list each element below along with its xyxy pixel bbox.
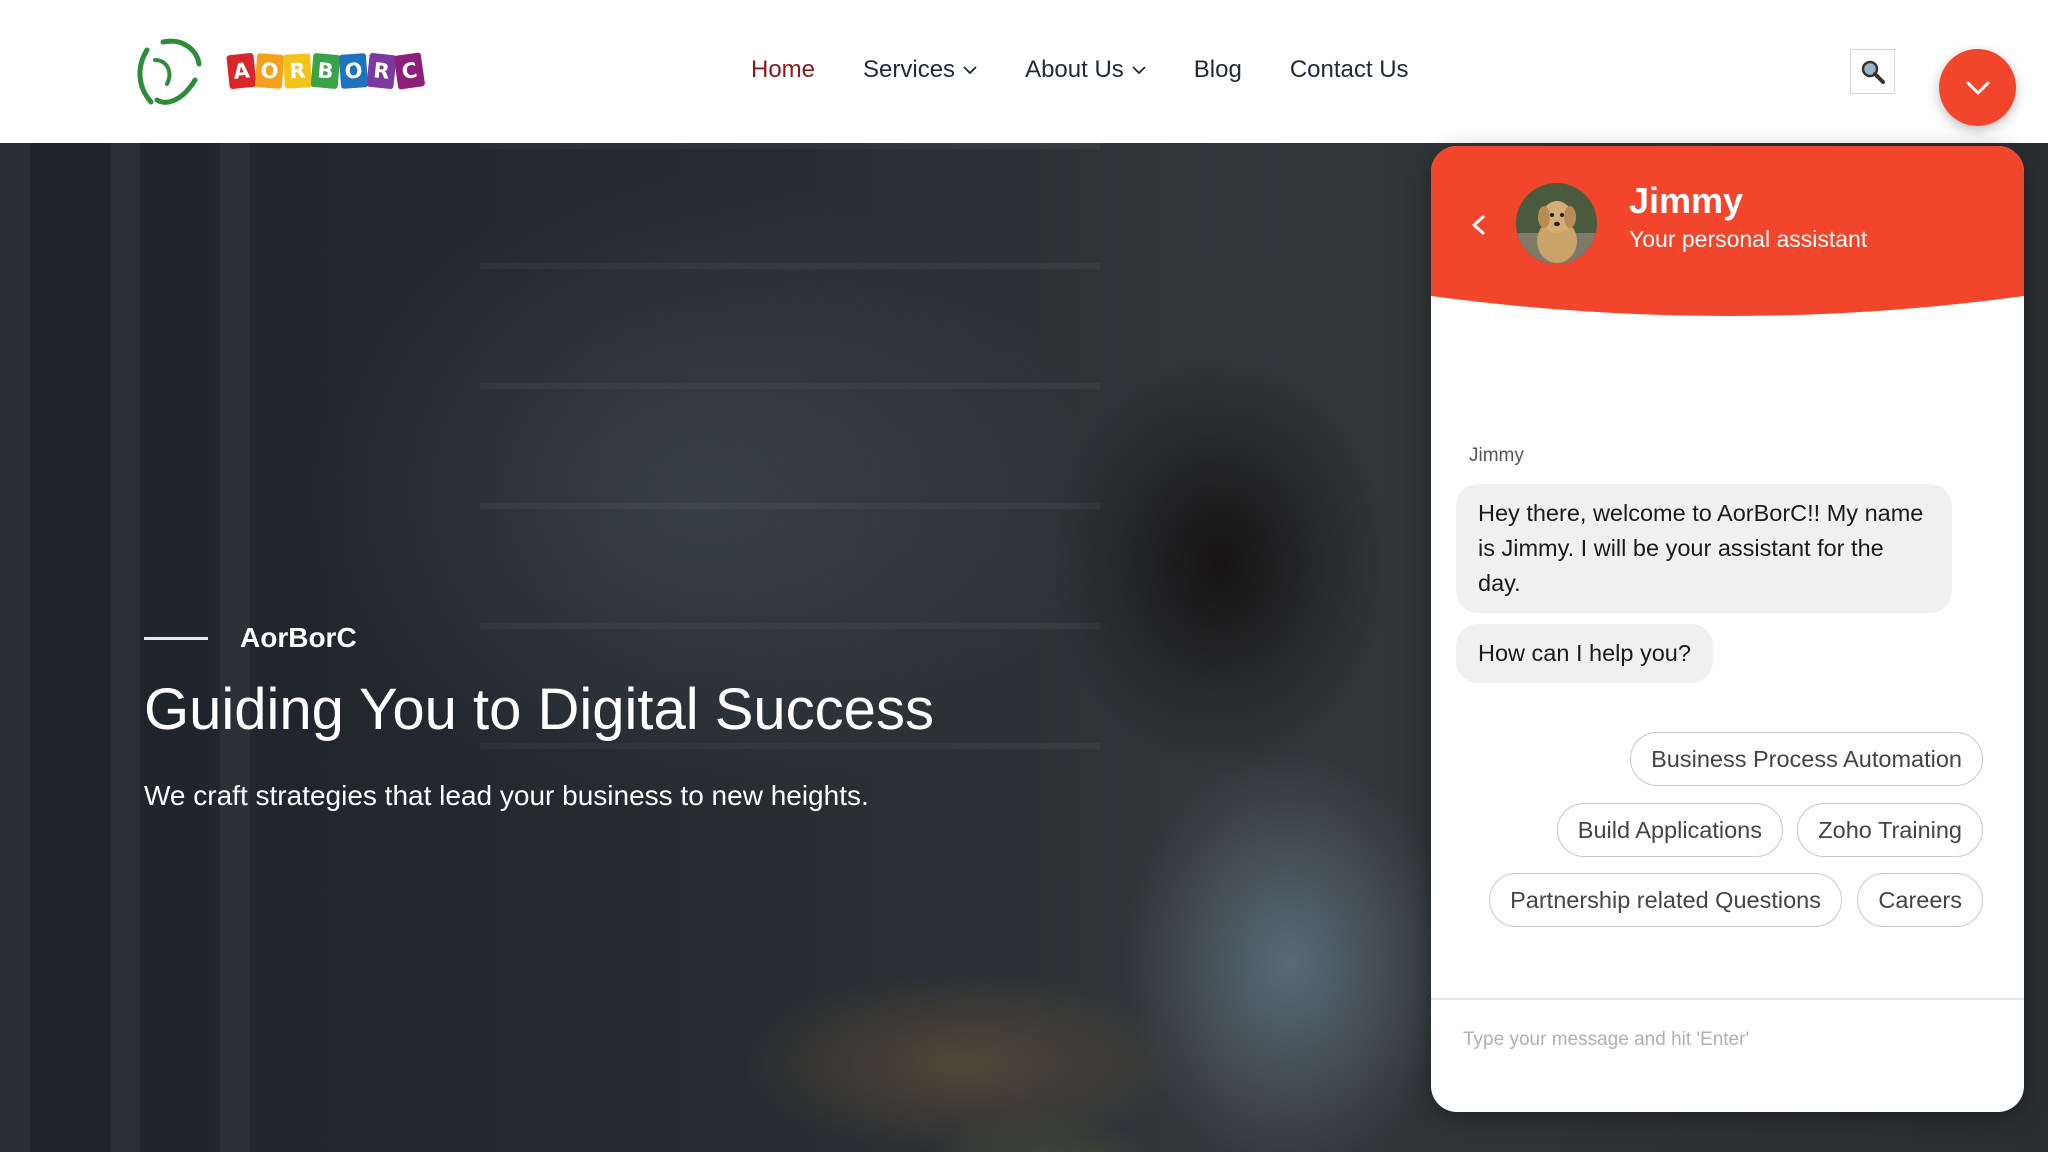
nav-about-us[interactable]: About Us [1025, 56, 1146, 84]
chat-widget: Jimmy Your personal assistant Jimmy Hey … [1431, 146, 2024, 1112]
kicker-line [144, 636, 208, 640]
hero-title: Guiding You to Digital Success [144, 677, 934, 742]
chevron-down-icon [963, 66, 977, 75]
logo-letter-tile: R [283, 53, 312, 89]
chat-message: Hey there, welcome to AorBorC!! My name … [1456, 484, 1952, 613]
nav-services[interactable]: Services [863, 56, 977, 84]
chat-input-divider [1431, 998, 2024, 1000]
nav-contact-us-label: Contact Us [1289, 56, 1409, 83]
nav-services-label: Services [863, 56, 956, 83]
chevron-down-icon [1132, 66, 1146, 75]
logo-letter-tile: O [254, 53, 285, 89]
logo-letter-tile: R [366, 52, 397, 90]
dog-avatar-icon [1516, 183, 1597, 264]
logo-letter-tile: O [338, 53, 369, 89]
message-sender: Jimmy [1469, 445, 1524, 466]
nav-blog[interactable]: Blog [1194, 56, 1242, 84]
agent-name: Jimmy [1629, 180, 1744, 221]
quick-reply-business-process-automation[interactable]: Business Process Automation [1630, 732, 1983, 786]
search-button[interactable] [1850, 49, 1895, 94]
quick-reply-careers[interactable]: Careers [1857, 873, 1983, 927]
site-header: AORBORC Home Services About Us Blog Cont… [0, 0, 2048, 143]
quick-reply-build-applications[interactable]: Build Applications [1556, 803, 1783, 857]
chevron-left-icon[interactable] [1465, 210, 1491, 240]
logo-letter-tile: C [393, 52, 426, 90]
avatar [1516, 183, 1597, 264]
nav-blog-label: Blog [1193, 56, 1242, 83]
hero-kicker-text: AorBorC [240, 622, 357, 653]
nav-about-us-label: About Us [1025, 56, 1124, 83]
chat-header: Jimmy Your personal assistant [1431, 146, 2024, 322]
search-icon [1861, 60, 1885, 84]
chevron-down-icon [1966, 81, 1989, 94]
nav-home[interactable]: Home [751, 56, 815, 84]
hero-kicker: AorBorC [144, 622, 357, 654]
brand-wordmark[interactable]: AORBORC [226, 50, 426, 92]
hero-subtitle: We craft strategies that lead your busin… [144, 780, 869, 811]
nav-contact-us[interactable]: Contact Us [1290, 56, 1409, 84]
chat-message-input[interactable] [1461, 1014, 1995, 1066]
quick-reply-partnership-questions[interactable]: Partnership related Questions [1489, 873, 1842, 927]
logo-letter-tile: A [226, 52, 257, 90]
quick-reply-zoho-training[interactable]: Zoho Training [1797, 803, 1983, 857]
brand-mark-icon[interactable] [133, 36, 203, 108]
main-nav: Home Services About Us Blog Contact Us [751, 52, 1409, 88]
logo-letter-tile: B [310, 52, 341, 90]
chat-toggle-button[interactable] [1939, 49, 2016, 126]
nav-home-label: Home [751, 56, 816, 83]
chat-message: How can I help you? [1456, 624, 1713, 683]
agent-role: Your personal assistant [1629, 226, 1868, 252]
